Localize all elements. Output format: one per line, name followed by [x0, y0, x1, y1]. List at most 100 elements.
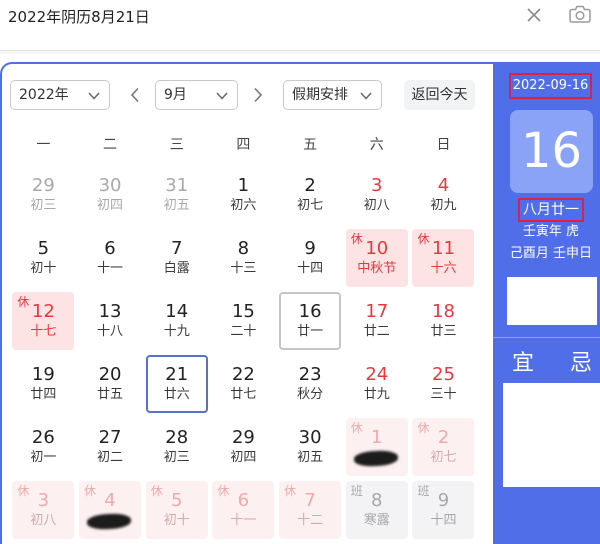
lunar-date: 初八: [30, 513, 57, 528]
chevron-down-icon: [360, 92, 372, 100]
holiday-badge: 休: [284, 484, 297, 498]
big-day-number: 16: [520, 123, 583, 179]
lunar-date: 初四: [230, 450, 257, 465]
day-cell[interactable]: 29 初四: [212, 418, 274, 476]
selected-date: 2022-09-16: [509, 73, 592, 99]
day-number: 24: [365, 364, 389, 385]
day-cell[interactable]: 13 十八: [79, 292, 141, 350]
close-icon[interactable]: [526, 7, 542, 23]
day-cell[interactable]: 5 初十: [12, 229, 74, 287]
day-cell[interactable]: 19 廿四: [12, 355, 74, 413]
day-cell[interactable]: 8 十三: [212, 229, 274, 287]
date-detail-panel: 2022-09-16 16 八月廿一 壬寅年 虎 己酉月 壬申日 宜 忌: [493, 62, 600, 544]
lunar-date: 白露: [163, 261, 190, 276]
day-cell[interactable]: 休 11 十六: [412, 229, 475, 287]
day-cell[interactable]: 23 秋分: [279, 355, 341, 413]
day-cell-today[interactable]: 16 廿一: [279, 292, 342, 350]
month-select[interactable]: 9月: [155, 80, 238, 110]
day-cell-selected[interactable]: 21 廿六: [145, 355, 208, 413]
camera-icon[interactable]: [569, 5, 591, 23]
weekday-label: 六: [369, 137, 384, 153]
holiday-badge: 休: [417, 232, 430, 246]
lunar-date: 初一: [30, 450, 57, 465]
big-day-box: 16: [510, 110, 593, 193]
day-cell[interactable]: 2 初七: [279, 166, 341, 224]
day-cell[interactable]: 30 初四: [79, 166, 141, 224]
weekday-label: 一: [36, 137, 51, 153]
day-number: 13: [98, 301, 122, 322]
holiday-badge: 休: [350, 232, 363, 246]
workday-badge: 班: [350, 484, 363, 498]
holiday-badge: 休: [17, 484, 30, 498]
day-cell[interactable]: 休 3 初八: [12, 481, 75, 539]
day-cell[interactable]: 25 三十: [412, 355, 474, 413]
day-cell[interactable]: 24 廿九: [346, 355, 408, 413]
lunar-date: 初四: [97, 198, 124, 213]
day-cell[interactable]: 20 廿五: [79, 355, 141, 413]
day-cell[interactable]: 休 12 十七: [12, 292, 75, 350]
day-number: 1: [237, 175, 250, 196]
lunar-date: 初十: [30, 261, 57, 276]
lunar-date: 十二: [297, 513, 324, 528]
holiday-select[interactable]: 假期安排: [283, 80, 382, 110]
weekday-label: 四: [236, 137, 251, 153]
day-cell[interactable]: 休 6 十一: [212, 481, 275, 539]
lunar-date: 十九: [163, 324, 190, 339]
chevron-down-icon: [216, 92, 228, 100]
day-cell[interactable]: 22 廿七: [212, 355, 274, 413]
day-cell[interactable]: 休 7 十二: [279, 481, 342, 539]
redaction-scribble: [353, 449, 399, 468]
day-cell[interactable]: 6 十一: [79, 229, 141, 287]
weekday-label: 三: [169, 137, 184, 153]
day-cell[interactable]: 4 初九: [412, 166, 474, 224]
day-cell[interactable]: 休 10 中秋节: [345, 229, 408, 287]
ji-label: 忌: [570, 351, 593, 376]
day-cell[interactable]: 班 8 寒露: [345, 481, 408, 539]
day-cell[interactable]: 休 5 初十: [145, 481, 208, 539]
back-to-today-button[interactable]: 返回今天: [404, 80, 475, 110]
lunar-date: 中秋节: [357, 261, 397, 276]
day-cell[interactable]: 班 9 十四: [412, 481, 475, 539]
lunar-date: 初三: [30, 198, 57, 213]
lunar-date: 初二: [97, 450, 124, 465]
yi-ji-content-box: [503, 383, 600, 487]
lunar-date: 初五: [163, 198, 190, 213]
weekday-label: 五: [303, 137, 318, 153]
holiday-badge: 休: [217, 484, 230, 498]
day-number: 9: [304, 238, 316, 259]
lunar-date: 十四: [297, 261, 324, 276]
day-number: 19: [31, 364, 55, 385]
day-number: 18: [432, 301, 455, 322]
day-cell[interactable]: 休 2 初七: [412, 418, 475, 476]
day-cell[interactable]: 1 初六: [212, 166, 274, 224]
chevron-left-icon[interactable]: [130, 87, 140, 103]
day-cell[interactable]: 9 十四: [279, 229, 341, 287]
lunar-date: 初七: [297, 198, 324, 213]
day-cell[interactable]: 31 初五: [146, 166, 208, 224]
day-cell[interactable]: 休4: [79, 481, 142, 539]
day-number: 5: [37, 238, 50, 259]
day-cell[interactable]: 28 初三: [146, 418, 208, 476]
day-cell[interactable]: 15 二十: [212, 292, 274, 350]
year-select[interactable]: 2022年: [10, 80, 110, 110]
lunar-date: 初八: [363, 198, 390, 213]
lunar-date: 廿三: [430, 324, 457, 339]
day-cell[interactable]: 27 初二: [79, 418, 141, 476]
day-cell[interactable]: 17 廿二: [346, 292, 408, 350]
search-input[interactable]: 2022年阴历8月21日: [8, 5, 508, 29]
lunar-date: 廿六: [163, 387, 190, 402]
day-cell[interactable]: 休1: [345, 418, 408, 476]
day-cell[interactable]: 26 初一: [12, 418, 74, 476]
day-cell[interactable]: 7 白露: [146, 229, 208, 287]
day-cell[interactable]: 18 廿三: [412, 292, 474, 350]
ganzhi-month-day: 己酉月 壬申日: [509, 246, 593, 261]
chevron-right-icon[interactable]: [253, 87, 263, 103]
day-cell[interactable]: 3 初八: [346, 166, 408, 224]
weekday-label: 二: [103, 137, 118, 153]
day-cell[interactable]: 30 初五: [279, 418, 341, 476]
day-number: 30: [298, 427, 322, 448]
day-cell[interactable]: 29 初三: [12, 166, 74, 224]
lunar-date: 三十: [430, 387, 457, 402]
lunar-date: 秋分: [297, 387, 324, 402]
day-cell[interactable]: 14 十九: [146, 292, 208, 350]
